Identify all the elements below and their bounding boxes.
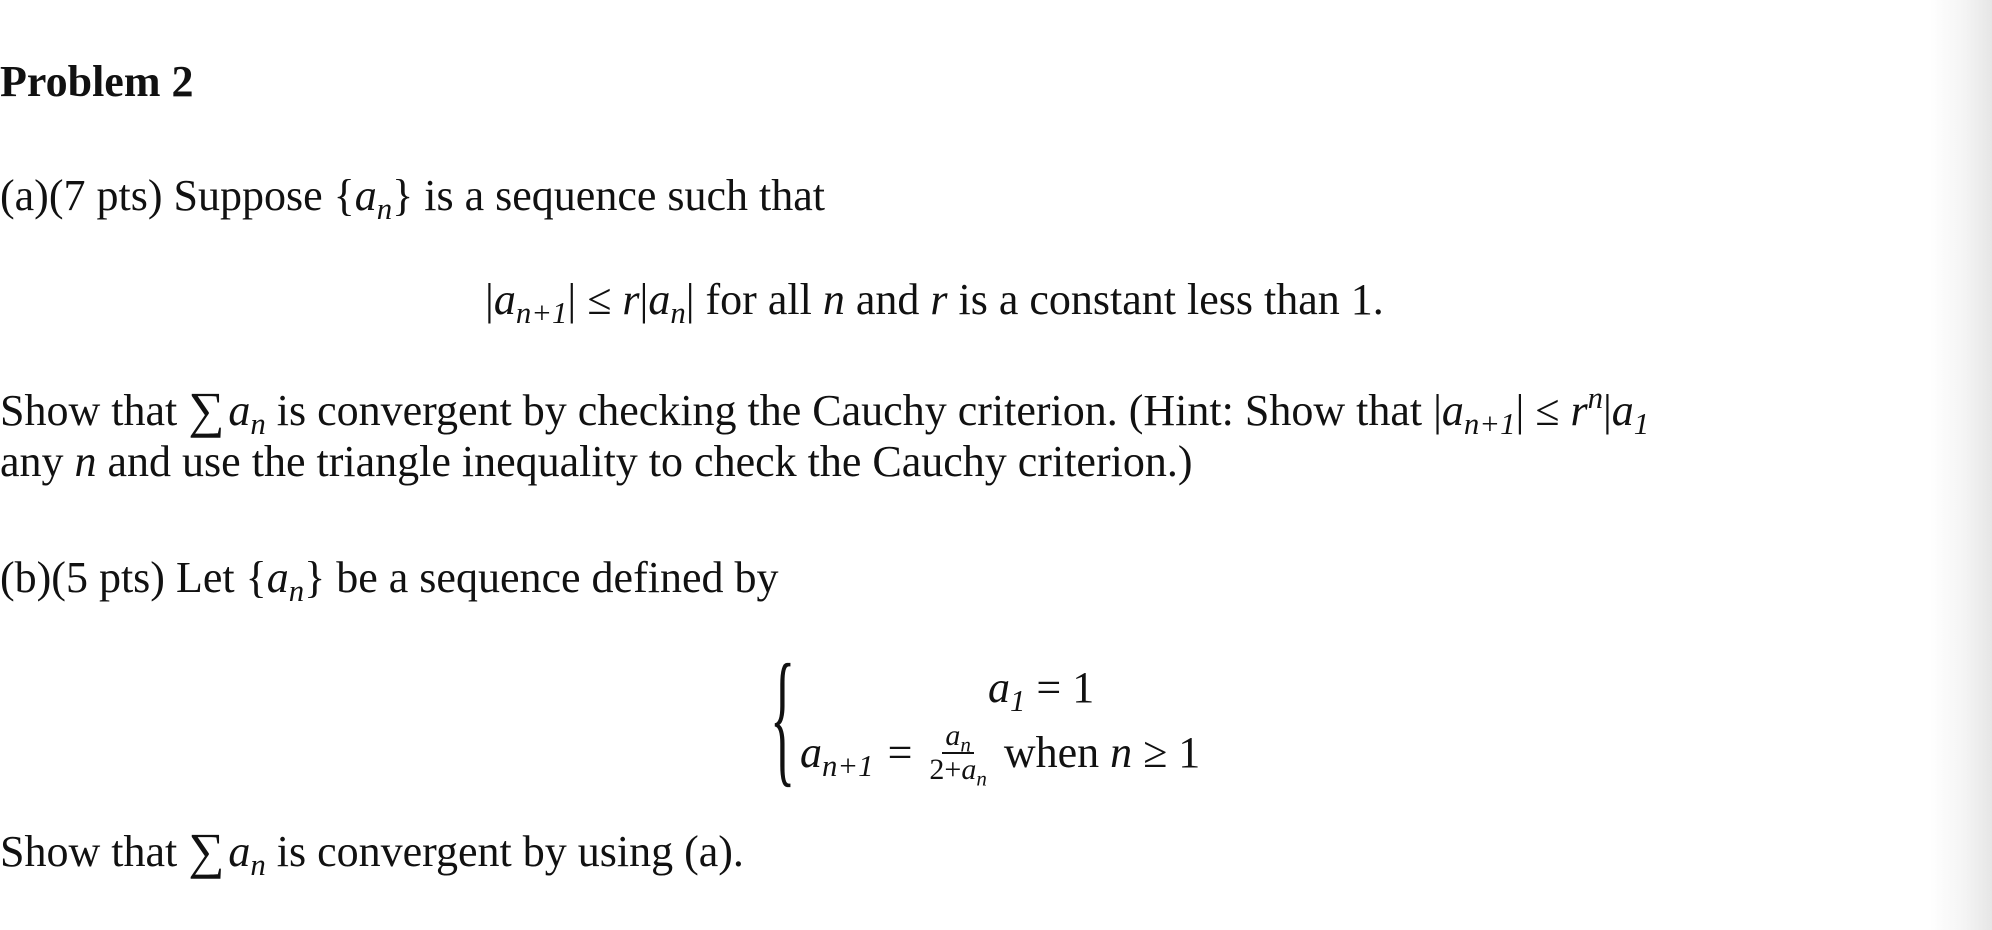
task-mid: is convergent by checking the Cauchy cri…: [265, 386, 1434, 435]
sum-symbol: ∑: [188, 382, 225, 438]
cond-r: r: [622, 275, 640, 324]
fraction-denominator: 2+an: [929, 752, 987, 790]
b-task-prefix: Show that: [0, 827, 189, 876]
sub-n: n: [376, 192, 393, 227]
part-a-label: (a)(7 pts) Suppose: [0, 171, 334, 220]
leq-symbol: ≤: [587, 275, 612, 324]
b-sum-sub: n: [250, 848, 266, 883]
case-recurrence: an+1 = an 2+an when n ≥ 1: [800, 720, 1201, 790]
b-brace-open: {: [245, 553, 267, 602]
cond-n: n: [822, 275, 845, 324]
cond-text2: and: [844, 275, 931, 324]
fraction: an 2+an: [926, 720, 989, 790]
task-prefix: Show that: [0, 386, 189, 435]
hint-r: r: [1570, 386, 1588, 435]
b-var: a: [266, 553, 289, 602]
cases-brace: {: [770, 634, 796, 800]
task2-n: n: [74, 437, 97, 486]
part-b-rest: be a sequence defined by: [325, 553, 779, 602]
part-b-label: (b)(5 pts) Let: [0, 553, 246, 602]
hint-a1-sub: 1: [1633, 407, 1650, 442]
hint-lhs-var: a: [1441, 386, 1464, 435]
problem-title: Problem 2: [0, 57, 194, 106]
case1-eq: = 1: [1025, 663, 1095, 712]
fraction-numerator: an: [942, 720, 974, 755]
sum-var: a: [228, 386, 251, 435]
case2-when: when: [1003, 728, 1111, 777]
hint-a1-var: a: [1611, 386, 1634, 435]
task2-prefix: any: [0, 437, 75, 486]
part-a-task-line1: Show that ∑an is convergent by checking …: [0, 381, 1650, 442]
case2-n: n: [1110, 728, 1133, 777]
task2-rest: and use the triangle inequality to check…: [96, 437, 1193, 486]
b-task-rest: is convergent by using (a).: [265, 827, 744, 876]
case-initial: a1 = 1: [988, 662, 1095, 717]
cond-rhs-sub: n: [670, 296, 686, 331]
hint-lhs-sub: n+1: [1463, 407, 1516, 442]
cond-lhs-var: a: [493, 275, 516, 324]
brace-open: {: [333, 171, 355, 220]
b-sub: n: [288, 574, 305, 609]
brace-close: }: [392, 171, 414, 220]
part-b-task: Show that ∑an is convergent by using (a)…: [0, 824, 744, 881]
part-a-intro-rest: is a sequence such that: [413, 171, 826, 220]
cond-lhs-sub: n+1: [515, 296, 568, 331]
case2-var: a: [800, 728, 822, 777]
cond-rhs-var: a: [648, 275, 671, 324]
cond-r2: r: [930, 275, 948, 324]
case2-cond: ≥ 1: [1132, 728, 1201, 777]
b-sum-symbol: ∑: [188, 823, 225, 879]
part-a-task-line2: any n and use the triangle inequality to…: [0, 440, 1192, 484]
part-a-intro: (a)(7 pts) Suppose {an} is a sequence su…: [0, 171, 826, 225]
case1-var: a: [988, 663, 1010, 712]
hint-exp: n: [1587, 381, 1603, 416]
hint-leq: ≤: [1535, 386, 1560, 435]
cond-text1: for all: [694, 275, 823, 324]
case1-sub: 1: [1010, 684, 1026, 719]
var-a: a: [354, 171, 377, 220]
part-a-condition: |an+1| ≤ r|an| for all n and r is a cons…: [485, 275, 1384, 331]
part-b-intro: (b)(5 pts) Let {an} be a sequence define…: [0, 553, 779, 607]
b-brace-close: }: [304, 553, 326, 602]
cond-text3: is a constant less than 1.: [947, 275, 1384, 324]
recurrence-cases: { a1 = 1 an+1 = an 2+an when n ≥ 1: [770, 642, 1330, 792]
case2-eq: =: [887, 728, 913, 777]
case2-sub: n+1: [822, 749, 874, 784]
b-sum-var: a: [228, 827, 251, 876]
